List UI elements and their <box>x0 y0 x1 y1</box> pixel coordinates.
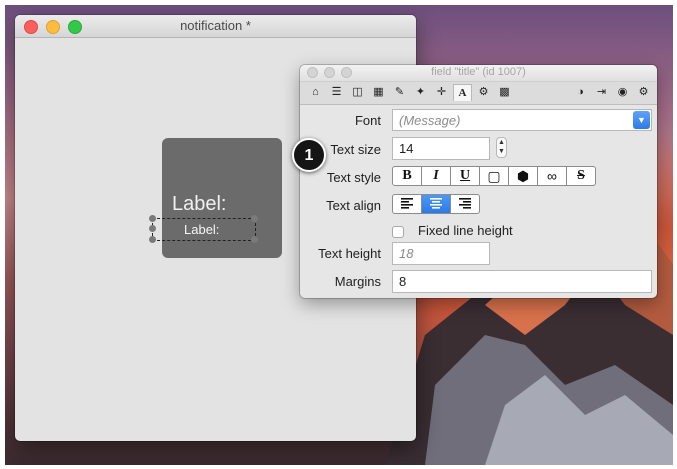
font-label: Font <box>354 113 381 128</box>
pencil-icon[interactable]: ✎ <box>390 84 409 101</box>
font-value: (Message) <box>399 113 461 128</box>
bold-button[interactable]: B <box>393 167 422 185</box>
chevron-down-icon: ▼ <box>633 111 650 129</box>
align-center-icon <box>430 198 442 209</box>
desktop: notification * Label: Label: field "titl… <box>5 5 673 465</box>
3d-box-style-button[interactable]: ⬢ <box>509 167 538 185</box>
strikeout-button[interactable]: S <box>567 167 595 185</box>
step-callout-badge: 1 <box>292 138 326 172</box>
margins-input[interactable]: 8 <box>392 270 652 293</box>
font-dropdown[interactable]: (Message) ▼ <box>392 109 652 131</box>
home-icon[interactable]: ⌂ <box>306 84 325 101</box>
text-icon[interactable]: A <box>453 84 472 101</box>
list-icon[interactable]: ☰ <box>327 84 346 101</box>
inspector-title: field "title" (id 1007) <box>431 66 526 78</box>
align-center-button[interactable] <box>422 195 451 213</box>
text-align-label: Text align <box>326 198 381 213</box>
inspector-titlebar[interactable]: field "title" (id 1007) <box>300 65 657 81</box>
text-height-input[interactable]: 18 <box>392 242 490 265</box>
text-height-placeholder: 18 <box>399 246 414 261</box>
margins-label: Margins <box>334 274 381 289</box>
resize-handle[interactable] <box>251 215 258 222</box>
window-titlebar[interactable]: notification * <box>15 15 416 38</box>
selected-field[interactable]: Label: <box>152 218 256 241</box>
card-label: Label: <box>172 193 227 215</box>
margins-value: 8 <box>399 274 407 289</box>
italic-button[interactable]: I <box>422 167 451 185</box>
resize-handle[interactable] <box>251 236 258 243</box>
window-title: notification * <box>180 18 251 33</box>
text-size-value: 14 <box>399 141 414 156</box>
link-style-button[interactable]: ∞ <box>538 167 567 185</box>
grid-icon[interactable]: ▩ <box>495 84 514 101</box>
align-right-icon <box>459 198 471 209</box>
text-style-label: Text style <box>326 170 381 185</box>
fixed-line-height-label: Fixed line height <box>418 223 513 238</box>
lock-icon[interactable]: ◑ <box>571 84 590 101</box>
align-left-button[interactable] <box>393 195 422 213</box>
fixed-line-height-checkbox[interactable] <box>392 226 404 238</box>
underline-button[interactable]: U <box>451 167 480 185</box>
resize-handle[interactable] <box>149 215 156 222</box>
resize-handle[interactable] <box>149 236 156 243</box>
gears-icon[interactable]: ⚙ <box>474 84 493 101</box>
align-right-button[interactable] <box>451 195 479 213</box>
magic-wand-icon[interactable]: ✦ <box>411 84 430 101</box>
inspector-toolbar: ⌂ ☰ ◫ ▦ ✎ ✦ ✛ A ⚙ ▩ ◑ ⇥ ◉ ⚙ <box>300 81 657 105</box>
move-icon[interactable]: ✛ <box>432 84 451 101</box>
exit-icon[interactable]: ⇥ <box>592 84 611 101</box>
text-style-segmented: B I U ▢ ⬢ ∞ S <box>392 166 596 186</box>
box-style-button[interactable]: ▢ <box>480 167 509 185</box>
align-left-icon <box>401 198 413 209</box>
resize-handle[interactable] <box>149 225 156 232</box>
selected-field-label: Label: <box>184 222 220 237</box>
text-height-label: Text height <box>318 246 381 261</box>
text-size-stepper[interactable]: ▲ ▼ <box>496 137 507 158</box>
gear-icon[interactable]: ⚙ <box>634 84 653 101</box>
target-icon[interactable]: ◉ <box>613 84 632 101</box>
text-size-input[interactable]: 14 <box>392 137 490 160</box>
table-icon[interactable]: ▦ <box>369 84 388 101</box>
text-align-segmented <box>392 194 480 214</box>
database-icon[interactable]: ◫ <box>348 84 367 101</box>
inspector-window: field "title" (id 1007) ⌂ ☰ ◫ ▦ ✎ ✦ ✛ A … <box>300 65 657 298</box>
